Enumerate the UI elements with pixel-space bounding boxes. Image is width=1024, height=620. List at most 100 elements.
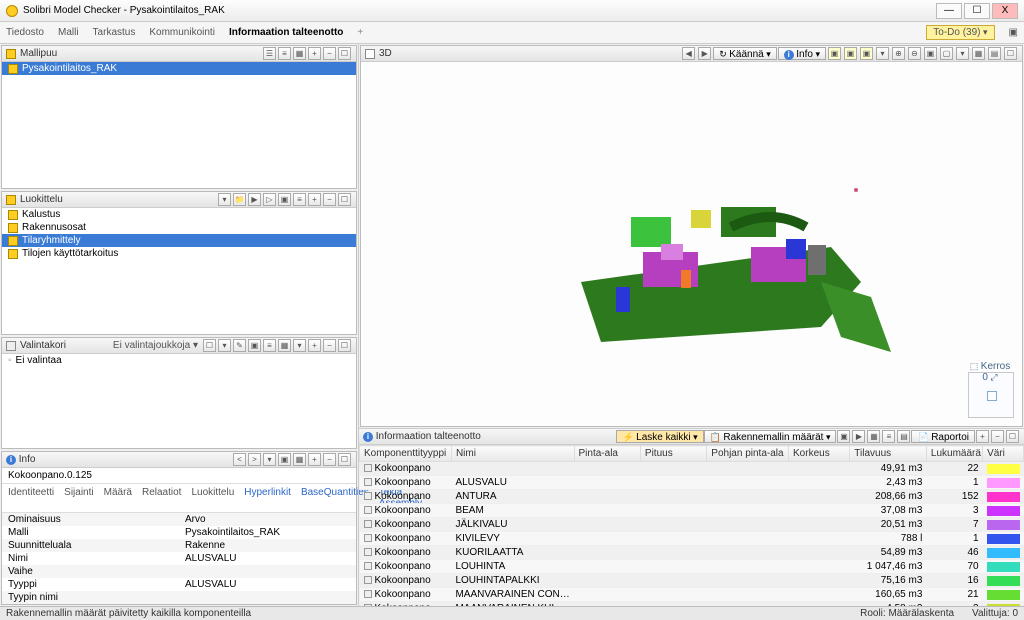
property-row[interactable]: Vaihe [2, 565, 356, 578]
takeoff-tool-5[interactable]: ▤ [897, 430, 910, 443]
panel-expand-button[interactable]: + [308, 47, 321, 60]
tree-item-model[interactable]: Pysakointilaitos_RAK [2, 62, 356, 75]
property-row[interactable]: OminaisuusArvo [2, 513, 356, 526]
nav-left-icon[interactable]: ◀ [682, 47, 695, 60]
info-props[interactable]: OminaisuusArvoMalliPysakointilaitos_RAKS… [2, 513, 356, 604]
tab-hyperlinkit[interactable]: Hyperlinkit [244, 487, 291, 509]
takeoff-tool-1[interactable]: ▣ [837, 430, 850, 443]
valinta-tool-6[interactable]: ▦ [278, 339, 291, 352]
menu-tiedosto[interactable]: Tiedosto [6, 27, 44, 38]
tab-relaatiot[interactable]: Relaatiot [142, 487, 181, 509]
column-header[interactable]: Pohjan pinta-ala [707, 446, 789, 462]
column-header[interactable]: Lukumäärä [926, 446, 982, 462]
tree-item-classification[interactable]: Rakennusosat [2, 221, 356, 234]
zoom-selection-icon[interactable]: ▢ [940, 47, 953, 60]
definition-dropdown[interactable]: 📋 Rakennemallin määrät ▾ [704, 430, 837, 443]
table-row[interactable]: KokoonpanoBEAM37,08 m33 [360, 504, 1024, 518]
calculate-all-button[interactable]: ⚡ Laske kaikki ▾ [616, 430, 703, 443]
panel-collapse-button[interactable]: − [991, 430, 1004, 443]
panel-max-button[interactable]: ☐ [338, 193, 351, 206]
table-row[interactable]: KokoonpanoKUORILAATTA54,89 m346 [360, 546, 1024, 560]
luok-tool-3[interactable]: ▶ [248, 193, 261, 206]
selection-set-dropdown[interactable]: Ei valintajoukkoja ▾ [113, 340, 198, 351]
table-row[interactable]: KokoonpanoLOUHINTAPALKKI75,16 m316 [360, 574, 1024, 588]
rotate-dropdown[interactable]: ↻ Käännä ▾ [713, 47, 777, 60]
valinta-tool-7[interactable]: ▾ [293, 339, 306, 352]
column-header[interactable]: Nimi [451, 446, 574, 462]
valinta-tool-2[interactable]: ▾ [218, 339, 231, 352]
tab-luokittelu[interactable]: Luokittelu [191, 487, 234, 509]
luok-tool-2[interactable]: 📁 [233, 193, 246, 206]
luok-tool-5[interactable]: ▣ [278, 193, 291, 206]
valinta-tool-4[interactable]: ▣ [248, 339, 261, 352]
panel-collapse-button[interactable]: − [323, 339, 336, 352]
panel-collapse-button[interactable]: − [323, 193, 336, 206]
column-header[interactable]: Pituus [640, 446, 706, 462]
info-nav-back[interactable]: < [233, 453, 246, 466]
mallipuu-tool-3[interactable]: ▦ [293, 47, 306, 60]
property-row[interactable]: Tyypin nimi [2, 591, 356, 604]
todo-badge[interactable]: To-Do (39) ▾ [926, 25, 994, 40]
takeoff-tool-3[interactable]: ▦ [867, 430, 880, 443]
valinta-tool-1[interactable]: ☐ [203, 339, 216, 352]
table-row[interactable]: KokoonpanoLOUHINTA1 047,46 m370 [360, 560, 1024, 574]
maximize-button[interactable]: ☐ [964, 3, 990, 19]
panel-expand-button[interactable]: + [976, 430, 989, 443]
property-row[interactable]: MalliPysakointilaitos_RAK [2, 526, 356, 539]
3d-tool-3[interactable]: ▣ [860, 47, 873, 60]
table-row[interactable]: KokoonpanoMAANVARAINEN CONF...160,65 m32… [360, 588, 1024, 602]
report-button[interactable]: 📄 Raportoi [911, 430, 975, 443]
luok-tool-6[interactable]: ≡ [293, 193, 306, 206]
menu-tarkastus[interactable]: Tarkastus [93, 27, 136, 38]
takeoff-tool-4[interactable]: ≡ [882, 430, 895, 443]
panel-collapse-button[interactable]: − [323, 47, 336, 60]
column-header[interactable]: Väri [983, 446, 1024, 462]
3d-tool-2[interactable]: ▣ [844, 47, 857, 60]
panel-expand-button[interactable]: + [308, 193, 321, 206]
table-row[interactable]: KokoonpanoANTURA208,66 m3152 [360, 490, 1024, 504]
close-button[interactable]: X [992, 3, 1018, 19]
column-header[interactable]: Pinta-ala [574, 446, 640, 462]
3d-tool-drop[interactable]: ▾ [876, 47, 889, 60]
menu-kommunikointi[interactable]: Kommunikointi [149, 27, 215, 38]
takeoff-body[interactable]: KomponenttityyppiNimiPinta-alaPituusPohj… [359, 445, 1024, 606]
luok-tool-1[interactable]: ▾ [218, 193, 231, 206]
tab-identiteetti[interactable]: Identiteetti [8, 487, 54, 509]
panel-expand-button[interactable]: + [308, 453, 321, 466]
info-nav-drop[interactable]: ▾ [263, 453, 276, 466]
add-view-button[interactable]: + [357, 27, 363, 38]
valinta-tool-3[interactable]: ✎ [233, 339, 246, 352]
3d-nav-cube[interactable]: ⬚ Kerros 0 ⤢ [968, 372, 1014, 418]
zoom-out-icon[interactable]: ⊖ [908, 47, 921, 60]
tab-maara[interactable]: Määrä [104, 487, 132, 509]
luok-tool-4[interactable]: ▷ [263, 193, 276, 206]
info-nav-fwd[interactable]: > [248, 453, 261, 466]
nav-right-icon[interactable]: ▶ [698, 47, 711, 60]
takeoff-table[interactable]: KomponenttityyppiNimiPinta-alaPituusPohj… [359, 445, 1024, 606]
zoom-drop[interactable]: ▾ [956, 47, 969, 60]
table-row[interactable]: KokoonpanoJÄLKIVALU20,51 m37 [360, 518, 1024, 532]
panel-max-button[interactable]: ☐ [1004, 47, 1017, 60]
zoom-fit-icon[interactable]: ▣ [924, 47, 937, 60]
3d-viewport[interactable]: ⬚ Kerros 0 ⤢ [361, 62, 1022, 426]
table-row[interactable]: KokoonpanoKIVILEVY788 l1 [360, 532, 1024, 546]
panel-max-button[interactable]: ☐ [338, 47, 351, 60]
valintakori-body[interactable]: ◦ Ei valintaa [2, 354, 356, 448]
3d-tool-5[interactable]: ▤ [988, 47, 1001, 60]
panel-max-button[interactable]: ☐ [1006, 430, 1019, 443]
menu-informaation-talteenotto[interactable]: Informaation talteenotto [229, 27, 343, 38]
tree-item-classification[interactable]: Tilaryhmittely [2, 234, 356, 247]
valinta-tool-5[interactable]: ≡ [263, 339, 276, 352]
column-header[interactable]: Komponenttityyppi [360, 446, 452, 462]
luokittelu-body[interactable]: KalustusRakennusosatTilaryhmittelyTiloje… [2, 208, 356, 334]
info-dropdown[interactable]: i Info ▾ [778, 47, 826, 60]
info-tool-1[interactable]: ▣ [278, 453, 291, 466]
tree-item-classification[interactable]: Tilojen käyttötarkoitus [2, 247, 356, 260]
table-row[interactable]: Kokoonpano49,91 m322 [360, 462, 1024, 476]
column-header[interactable]: Korkeus [789, 446, 850, 462]
panel-max-button[interactable]: ☐ [338, 339, 351, 352]
property-row[interactable]: SuunnittelualaRakenne [2, 539, 356, 552]
minimize-button[interactable]: — [936, 3, 962, 19]
3d-tool-4[interactable]: ▦ [972, 47, 985, 60]
takeoff-tool-2[interactable]: ▶ [852, 430, 865, 443]
